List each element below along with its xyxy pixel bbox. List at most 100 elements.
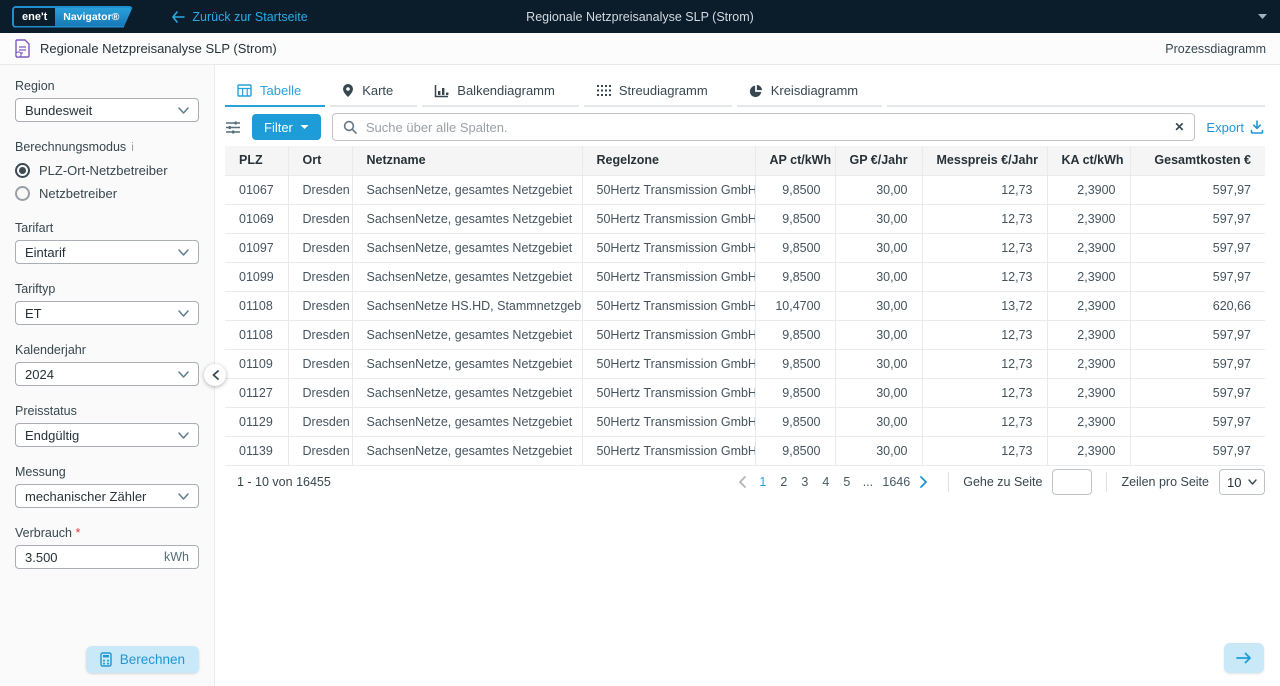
table-cell: SachsenNetze, gesamtes Netzgebiet bbox=[352, 204, 582, 233]
table-cell: 12,73 bbox=[922, 378, 1047, 407]
pagination-page[interactable]: 5 bbox=[838, 473, 855, 491]
column-header[interactable]: AP ct/kWh bbox=[755, 146, 835, 175]
page-header: Regionale Netzpreisanalyse SLP (Strom) P… bbox=[0, 33, 1280, 65]
radio-button-icon bbox=[15, 163, 30, 178]
radio-button-icon bbox=[15, 186, 30, 201]
table-cell: 597,97 bbox=[1130, 378, 1265, 407]
table-cell: 12,73 bbox=[922, 233, 1047, 262]
column-header[interactable]: PLZ bbox=[225, 146, 288, 175]
tariftyp-field: Tariftyp ET bbox=[15, 282, 199, 325]
app-logo[interactable]: ene't Navigator® bbox=[12, 6, 133, 28]
tab-kreisdiagramm[interactable]: Kreisdiagramm bbox=[737, 79, 882, 107]
table-cell: 2,3900 bbox=[1047, 436, 1130, 465]
search-icon bbox=[343, 120, 357, 134]
chevron-down-icon bbox=[1257, 13, 1268, 20]
table-row[interactable]: 01067DresdenSachsenNetze, gesamtes Netzg… bbox=[225, 175, 1265, 204]
column-header[interactable]: Messpreis €/Jahr bbox=[922, 146, 1047, 175]
tariftyp-select[interactable]: ET bbox=[15, 301, 199, 325]
pagination-page[interactable]: 3 bbox=[796, 473, 813, 491]
verbrauch-input[interactable] bbox=[25, 550, 135, 565]
table-cell: 01099 bbox=[225, 262, 288, 291]
chevron-left-icon bbox=[212, 370, 219, 380]
table-cell: 30,00 bbox=[835, 407, 922, 436]
preisstatus-label: Preisstatus bbox=[15, 404, 199, 418]
export-button[interactable]: Export bbox=[1206, 120, 1264, 135]
messung-select[interactable]: mechanischer Zähler bbox=[15, 484, 199, 508]
table-row[interactable]: 01108DresdenSachsenNetze HS.HD, Stammnet… bbox=[225, 291, 1265, 320]
radio-netzbetreiber[interactable]: Netzbetreiber bbox=[15, 186, 199, 201]
table-row[interactable]: 01069DresdenSachsenNetze, gesamtes Netzg… bbox=[225, 204, 1265, 233]
table-row[interactable]: 01097DresdenSachsenNetze, gesamtes Netzg… bbox=[225, 233, 1265, 262]
table-cell: 12,73 bbox=[922, 175, 1047, 204]
table-row[interactable]: 01127DresdenSachsenNetze, gesamtes Netzg… bbox=[225, 378, 1265, 407]
table-row[interactable]: 01108DresdenSachsenNetze, gesamtes Netzg… bbox=[225, 320, 1265, 349]
kalenderjahr-label: Kalenderjahr bbox=[15, 343, 199, 357]
column-header[interactable]: KA ct/kWh bbox=[1047, 146, 1130, 175]
table-row[interactable]: 01129DresdenSachsenNetze, gesamtes Netzg… bbox=[225, 407, 1265, 436]
sidebar-collapse-button[interactable] bbox=[204, 364, 226, 386]
kalenderjahr-select[interactable]: 2024 bbox=[15, 362, 199, 386]
column-header[interactable]: Ort bbox=[288, 146, 352, 175]
rows-per-page-select[interactable]: 10 bbox=[1219, 469, 1265, 495]
pagination-page[interactable]: 1646 bbox=[880, 473, 912, 491]
tab-balkendiagramm[interactable]: Balkendiagramm bbox=[422, 79, 579, 107]
next-page-icon[interactable] bbox=[914, 476, 934, 488]
filter-button[interactable]: Filter bbox=[252, 114, 321, 140]
tarifart-select[interactable]: Eintarif bbox=[15, 240, 199, 264]
process-diagram-link[interactable]: Prozessdiagramm bbox=[1165, 42, 1266, 56]
preisstatus-select[interactable]: Endgültig bbox=[15, 423, 199, 447]
pagination-page[interactable]: 1 bbox=[754, 473, 771, 491]
tab-label: Streudiagramm bbox=[619, 83, 708, 98]
column-header[interactable]: Gesamtkosten € bbox=[1130, 146, 1265, 175]
table-cell: 50Hertz Transmission GmbH bbox=[582, 436, 755, 465]
radio-label: Netzbetreiber bbox=[39, 186, 117, 201]
calculator-icon bbox=[100, 652, 112, 667]
table-cell: 12,73 bbox=[922, 436, 1047, 465]
table-cell: 2,3900 bbox=[1047, 291, 1130, 320]
table-row[interactable]: 01139DresdenSachsenNetze, gesamtes Netzg… bbox=[225, 436, 1265, 465]
parameter-sidebar: Region Bundesweit Berechnungsmodusi PLZ-… bbox=[0, 65, 215, 686]
table-row[interactable]: 01099DresdenSachsenNetze, gesamtes Netzg… bbox=[225, 262, 1265, 291]
table-cell: 597,97 bbox=[1130, 175, 1265, 204]
info-icon[interactable]: i bbox=[131, 142, 134, 154]
column-header[interactable]: Regelzone bbox=[582, 146, 755, 175]
region-select[interactable]: Bundesweit bbox=[15, 98, 199, 122]
rows-per-page-label: Zeilen pro Seite bbox=[1121, 475, 1209, 489]
table-cell: SachsenNetze HS.HD, Stammnetzgebiet bbox=[352, 291, 582, 320]
tarifart-field: Tarifart Eintarif bbox=[15, 221, 199, 264]
previous-page-icon[interactable] bbox=[732, 476, 752, 488]
table-cell: 2,3900 bbox=[1047, 349, 1130, 378]
pagination-page[interactable]: 2 bbox=[775, 473, 792, 491]
table-cell: 30,00 bbox=[835, 349, 922, 378]
clear-search-icon[interactable]: ✕ bbox=[1174, 120, 1184, 134]
calculate-button[interactable]: Berechnen bbox=[86, 646, 199, 673]
table-cell: 01127 bbox=[225, 378, 288, 407]
column-header[interactable]: Netzname bbox=[352, 146, 582, 175]
tab-karte[interactable]: Karte bbox=[330, 79, 417, 107]
radio-label: PLZ-Ort-Netzbetreiber bbox=[39, 163, 168, 178]
tab-streudiagramm[interactable]: Streudiagramm bbox=[584, 79, 732, 107]
table-cell: 30,00 bbox=[835, 262, 922, 291]
table-cell: 50Hertz Transmission GmbH bbox=[582, 204, 755, 233]
goto-page-input[interactable] bbox=[1052, 469, 1092, 495]
radio-plz-ort-netzbetreiber[interactable]: PLZ-Ort-Netzbetreiber bbox=[15, 163, 199, 178]
table-cell: Dresden bbox=[288, 204, 352, 233]
table-cell: 2,3900 bbox=[1047, 407, 1130, 436]
pagination-page[interactable]: 4 bbox=[817, 473, 834, 491]
tarifart-value: Eintarif bbox=[25, 245, 65, 260]
table-cell: 2,3900 bbox=[1047, 204, 1130, 233]
tab-tabelle[interactable]: Tabelle bbox=[225, 79, 325, 107]
search-box: ✕ bbox=[332, 113, 1196, 141]
next-step-button[interactable] bbox=[1224, 643, 1264, 673]
column-header[interactable]: GP €/Jahr bbox=[835, 146, 922, 175]
table-cell: SachsenNetze, gesamtes Netzgebiet bbox=[352, 349, 582, 378]
table-cell: 01139 bbox=[225, 436, 288, 465]
preisstatus-field: Preisstatus Endgültig bbox=[15, 404, 199, 447]
user-menu-toggle[interactable] bbox=[1257, 13, 1268, 20]
column-settings-icon[interactable] bbox=[225, 120, 241, 135]
back-to-start-link[interactable]: Zurück zur Startseite bbox=[171, 10, 307, 24]
table-row[interactable]: 01109DresdenSachsenNetze, gesamtes Netzg… bbox=[225, 349, 1265, 378]
table-cell: 50Hertz Transmission GmbH bbox=[582, 349, 755, 378]
kalenderjahr-field: Kalenderjahr 2024 bbox=[15, 343, 199, 386]
search-input[interactable] bbox=[366, 120, 1165, 135]
